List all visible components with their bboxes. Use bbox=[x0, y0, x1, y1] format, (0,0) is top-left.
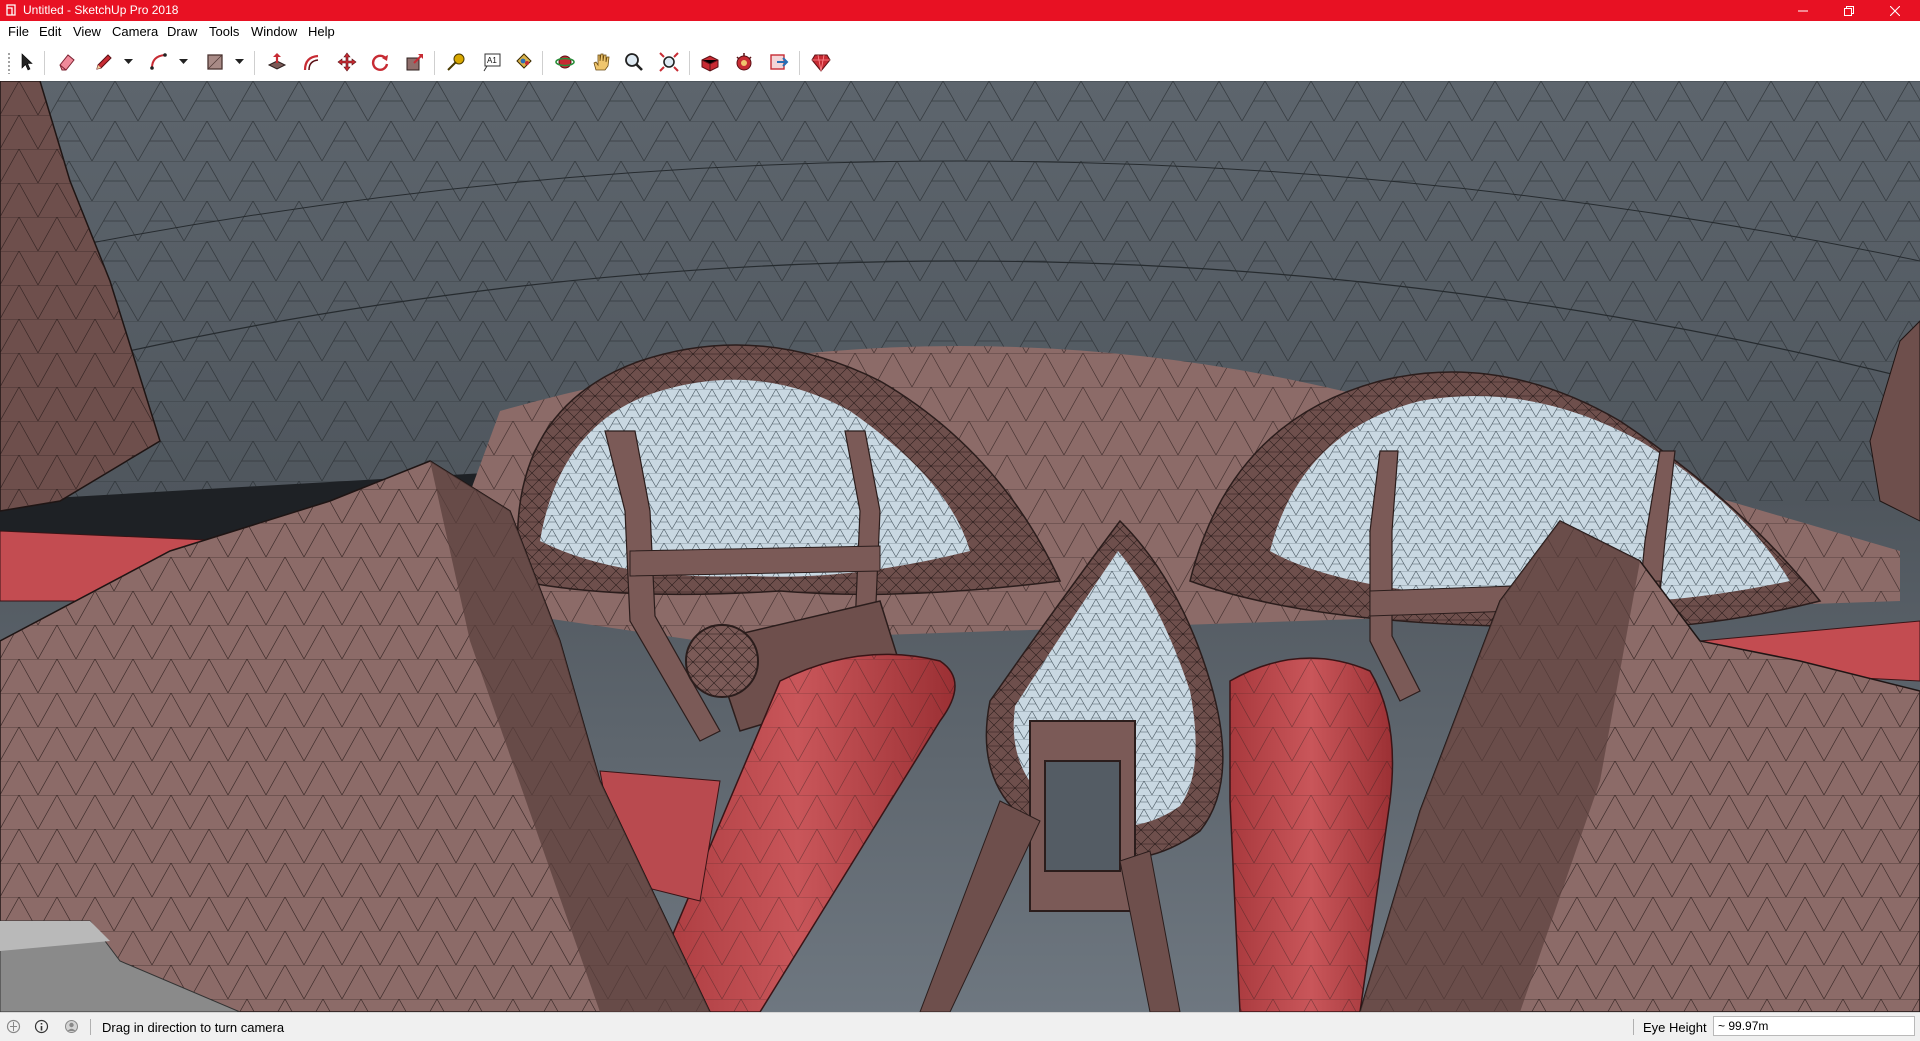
orbit-icon bbox=[555, 55, 575, 69]
push-pull-tool-button[interactable] bbox=[264, 49, 290, 75]
status-message: Drag in direction to turn camera bbox=[102, 1020, 285, 1035]
zoom-tool-button[interactable] bbox=[621, 49, 647, 75]
sketchup-logo-icon bbox=[6, 4, 16, 16]
ruby-icon bbox=[811, 54, 831, 72]
rotate-icon bbox=[371, 54, 389, 71]
rectangle-icon bbox=[207, 54, 223, 70]
user-icon[interactable] bbox=[64, 1019, 79, 1034]
layout-icon bbox=[770, 54, 789, 70]
extension-manager-button[interactable] bbox=[808, 49, 834, 75]
credits-icon[interactable] bbox=[34, 1019, 49, 1034]
text-tool-button[interactable]: A1 bbox=[479, 49, 505, 75]
push-pull-icon bbox=[267, 53, 287, 70]
status-divider bbox=[90, 1019, 91, 1035]
restore-icon bbox=[1844, 5, 1854, 16]
window-title: Untitled - SketchUp Pro 2018 bbox=[23, 3, 179, 17]
arrow-icon bbox=[21, 53, 33, 71]
toolbar-separator bbox=[542, 51, 543, 75]
chevron-down-icon bbox=[234, 59, 244, 64]
close-icon bbox=[1890, 5, 1900, 16]
restore-button[interactable] bbox=[1826, 0, 1872, 21]
model-viewport[interactable] bbox=[0, 81, 1920, 1012]
paint-bucket-tool-button[interactable] bbox=[510, 49, 536, 75]
warehouse-icon bbox=[701, 55, 719, 72]
rotate-tool-button[interactable] bbox=[367, 49, 393, 75]
geo-location-icon[interactable] bbox=[6, 1019, 21, 1034]
minimize-button[interactable] bbox=[1780, 0, 1826, 21]
move-icon bbox=[337, 52, 357, 72]
orbit-tool-button[interactable] bbox=[552, 49, 578, 75]
extension-warehouse-button[interactable] bbox=[731, 49, 757, 75]
zoom-extents-icon bbox=[659, 52, 679, 72]
toolbar-grip[interactable] bbox=[7, 52, 11, 74]
magnifier-icon bbox=[625, 53, 643, 71]
shape-tool-button[interactable] bbox=[202, 49, 228, 75]
large-tool-set-toolbar: A1 bbox=[0, 43, 1920, 82]
menu-window[interactable]: Window bbox=[249, 24, 299, 40]
offset-tool-button[interactable] bbox=[299, 49, 325, 75]
arc-icon bbox=[150, 53, 167, 70]
viewport-canvas[interactable] bbox=[0, 81, 1920, 1012]
toolbar-separator bbox=[689, 51, 690, 75]
menu-edit[interactable]: Edit bbox=[37, 24, 63, 40]
menu-help[interactable]: Help bbox=[306, 24, 337, 40]
text-icon: A1 bbox=[483, 53, 501, 72]
menu-camera[interactable]: Camera bbox=[110, 24, 160, 40]
svg-text:A1: A1 bbox=[487, 56, 497, 65]
eraser-icon bbox=[59, 54, 75, 71]
close-button[interactable] bbox=[1872, 0, 1918, 21]
menu-bar: File Edit View Camera Draw Tools Window … bbox=[0, 21, 1920, 43]
select-tool-button[interactable] bbox=[13, 49, 39, 75]
menu-file[interactable]: File bbox=[6, 24, 31, 40]
zoom-extents-tool-button[interactable] bbox=[656, 49, 682, 75]
toolbar-separator bbox=[799, 51, 800, 75]
measurements-label: Eye Height bbox=[1643, 1020, 1707, 1035]
shape-tool-dropdown[interactable] bbox=[234, 58, 244, 66]
scale-icon bbox=[406, 54, 423, 71]
chevron-down-icon bbox=[178, 59, 188, 64]
eraser-tool-button[interactable] bbox=[54, 49, 80, 75]
title-bar: Untitled - SketchUp Pro 2018 bbox=[0, 0, 1920, 21]
measurements-input[interactable] bbox=[1713, 1016, 1915, 1036]
minimize-icon bbox=[1798, 10, 1808, 11]
arc-tool-button[interactable] bbox=[146, 49, 172, 75]
arc-tool-dropdown[interactable] bbox=[178, 58, 188, 66]
menu-tools[interactable]: Tools bbox=[207, 24, 241, 40]
line-tool-dropdown[interactable] bbox=[123, 58, 133, 66]
line-tool-button[interactable] bbox=[91, 49, 117, 75]
move-tool-button[interactable] bbox=[334, 49, 360, 75]
chevron-down-icon bbox=[123, 59, 133, 64]
hand-icon bbox=[593, 53, 610, 71]
menu-view[interactable]: View bbox=[71, 24, 103, 40]
3d-warehouse-button[interactable] bbox=[697, 49, 723, 75]
scale-tool-button[interactable] bbox=[402, 49, 428, 75]
toolbar-separator bbox=[434, 51, 435, 75]
toolbar-separator bbox=[254, 51, 255, 75]
pencil-icon bbox=[96, 54, 112, 70]
offset-icon bbox=[303, 54, 319, 71]
send-to-layout-button[interactable] bbox=[766, 49, 792, 75]
toolbar-separator bbox=[44, 51, 45, 75]
pan-tool-button[interactable] bbox=[588, 49, 614, 75]
tape-measure-icon bbox=[447, 53, 465, 71]
tape-measure-tool-button[interactable] bbox=[443, 49, 469, 75]
extension-icon bbox=[736, 53, 752, 71]
menu-draw[interactable]: Draw bbox=[165, 24, 199, 40]
status-bar: Drag in direction to turn camera Eye Hei… bbox=[0, 1012, 1920, 1041]
status-divider bbox=[1633, 1019, 1634, 1035]
paint-bucket-icon bbox=[516, 53, 532, 69]
